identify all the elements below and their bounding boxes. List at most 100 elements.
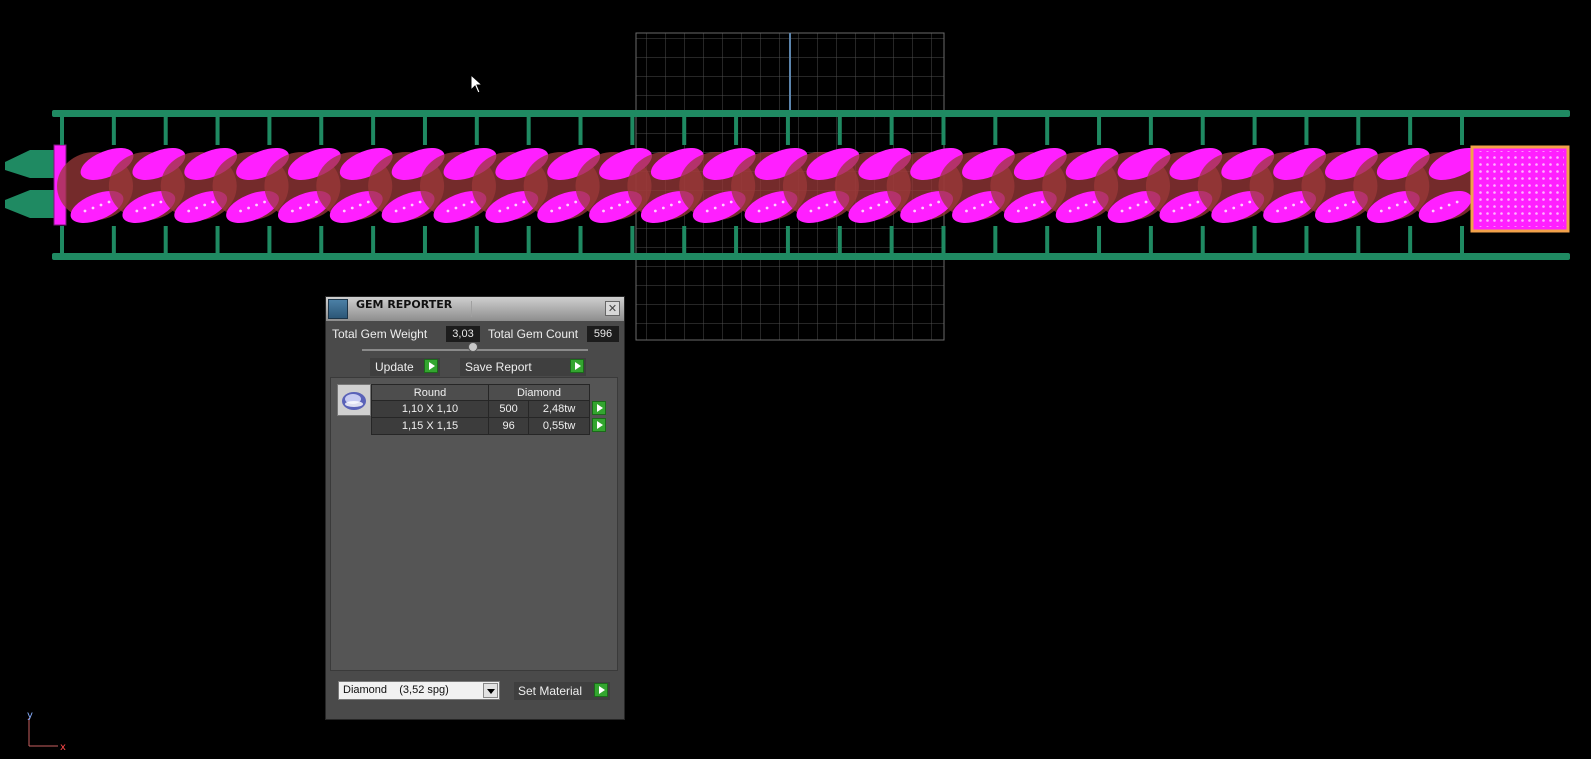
table-row[interactable]: 1,15 X 1,15 96 0,55tw	[371, 417, 609, 435]
row-select-button[interactable]	[592, 417, 607, 432]
pave-dot	[1240, 203, 1244, 207]
pave-dot	[358, 203, 362, 207]
frame-post-top	[578, 117, 583, 145]
set-material-button[interactable]: Set Material	[514, 682, 610, 700]
pave-dot	[1292, 203, 1295, 207]
frame-rail-bottom	[52, 253, 1570, 260]
pave-dot	[1439, 206, 1443, 210]
pave-dot	[1379, 209, 1383, 213]
pave-dot	[817, 206, 821, 210]
pave-dot	[454, 206, 458, 210]
pave-dot	[1387, 206, 1391, 210]
frame-post-bottom	[993, 226, 998, 254]
frame-post-top	[1097, 117, 1102, 145]
pave-dot	[937, 200, 941, 204]
pave-dot	[721, 203, 725, 207]
frame-post-top	[1148, 117, 1153, 145]
frame-post-top	[837, 117, 842, 145]
frame-post-bottom	[1148, 226, 1153, 254]
pave-dot	[566, 203, 570, 207]
panel-titlebar[interactable]: GEM REPORTER ✕	[326, 297, 624, 321]
pave-dot	[446, 209, 450, 213]
pave-dot	[1040, 200, 1044, 204]
pave-dot	[462, 203, 466, 207]
frame-post-bottom	[526, 226, 531, 254]
table-header-row: Round Diamond	[371, 384, 609, 401]
material-select[interactable]: Diamond (3,52 spg)	[338, 681, 500, 700]
frame-post-top	[941, 117, 946, 145]
frame-post-bottom	[267, 226, 272, 254]
save-report-button[interactable]: Save Report	[460, 358, 586, 376]
gem-reporter-icon	[328, 299, 348, 319]
clasp-upper	[5, 150, 57, 178]
pave-dot	[1276, 209, 1279, 213]
pave-dot	[1447, 203, 1451, 207]
pave-dot	[1128, 206, 1132, 210]
pave-dot	[1076, 206, 1080, 210]
chevron-down-icon[interactable]	[483, 683, 498, 698]
pave-dot	[342, 209, 346, 213]
pave-dot	[661, 206, 665, 210]
3d-viewport[interactable]	[0, 0, 1591, 759]
pave-dot	[410, 203, 414, 207]
pave-dot	[143, 206, 147, 210]
gem-count: 96	[487, 417, 530, 435]
title-divider	[471, 301, 472, 317]
pave-dot	[498, 209, 502, 213]
frame-post-bottom	[1356, 226, 1361, 254]
frame-post-top	[1356, 117, 1361, 145]
frame-post-bottom	[163, 226, 168, 254]
frame-post-bottom	[837, 226, 842, 254]
pave-dot	[1344, 203, 1347, 207]
gem-count: 500	[487, 400, 530, 418]
frame-post-top	[993, 117, 998, 145]
total-gem-weight-label: Total Gem Weight	[332, 327, 428, 341]
pave-dot	[514, 203, 518, 207]
frame-post-top	[60, 117, 64, 145]
pave-dot	[765, 206, 769, 210]
close-button[interactable]: ✕	[605, 301, 620, 316]
gem-list[interactable]: Round Diamond 1,10 X 1,10 500 2,48tw 1,1…	[330, 377, 618, 671]
pave-dot	[626, 200, 629, 204]
frame-post-top	[474, 117, 479, 145]
header-material: Diamond	[488, 384, 590, 401]
pave-dot	[973, 206, 976, 210]
axis-y-label: y	[27, 712, 33, 721]
set-material-go-icon	[594, 683, 608, 697]
pave-dot	[239, 209, 242, 213]
pave-dot	[602, 209, 605, 213]
pave-dot	[677, 200, 681, 204]
gem-size: 1,15 X 1,15	[371, 417, 489, 435]
pave-dot	[1084, 203, 1088, 207]
pave-dot	[299, 206, 302, 210]
frame-post-top	[734, 117, 739, 145]
pave-dot	[861, 209, 865, 213]
table-row[interactable]: 1,10 X 1,10 500 2,48tw	[371, 400, 609, 418]
pave-dot	[1395, 203, 1399, 207]
pave-dot	[773, 203, 777, 207]
pave-dot	[394, 209, 398, 213]
pave-dot	[418, 200, 422, 204]
pave-dot	[869, 206, 873, 210]
gem-size: 1,10 X 1,10	[371, 400, 489, 418]
frame-post-top	[1460, 117, 1464, 145]
round-gem-icon	[337, 384, 371, 416]
pave-dot	[1232, 206, 1236, 210]
row-select-button[interactable]	[592, 400, 606, 415]
update-button[interactable]: Update	[370, 358, 440, 376]
pave-dot	[981, 203, 984, 207]
bracelet-model[interactable]	[5, 110, 1570, 260]
save-report-label: Save Report	[465, 360, 532, 374]
pave-dot	[315, 200, 318, 204]
frame-post-top	[630, 117, 635, 145]
pave-dot	[135, 209, 139, 213]
frame-post-top	[1252, 117, 1257, 145]
gem-table: Round Diamond 1,10 X 1,10 500 2,48tw 1,1…	[371, 384, 609, 435]
pave-dot	[1403, 200, 1407, 204]
frame-post-top	[111, 117, 116, 145]
update-button-label: Update	[375, 360, 414, 374]
frame-rail-top	[52, 110, 1570, 117]
pave-dot	[470, 200, 474, 204]
pave-dot	[211, 200, 215, 204]
slider-thumb[interactable]	[468, 342, 478, 352]
